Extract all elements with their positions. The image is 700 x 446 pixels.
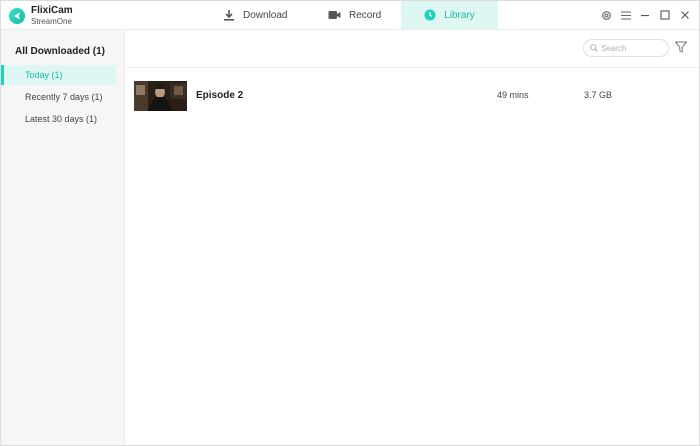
clock-icon xyxy=(424,9,436,21)
tab-download-label: Download xyxy=(243,9,288,21)
app-window: FlixiCam StreamOne Download Record Libra… xyxy=(0,0,700,446)
episode-duration: 49 mins xyxy=(497,90,529,100)
sidebar-item-recently-7-days[interactable]: Recently 7 days (1) xyxy=(1,87,116,107)
tab-record-label: Record xyxy=(349,9,382,21)
toolbar-divider xyxy=(125,67,699,68)
search-icon xyxy=(590,39,598,57)
tab-library[interactable]: Library xyxy=(401,1,498,29)
filter-icon[interactable] xyxy=(674,40,690,56)
sidebar-header-all-downloaded[interactable]: All Downloaded (1) xyxy=(15,46,105,57)
minimize-icon[interactable] xyxy=(639,9,651,21)
title-bar: FlixiCam StreamOne Download Record Libra… xyxy=(1,1,699,30)
sidebar-item-label: Latest 30 days (1) xyxy=(25,114,98,124)
video-camera-icon xyxy=(328,10,341,20)
app-name: FlixiCam xyxy=(31,5,73,16)
app-brand: FlixiCam StreamOne xyxy=(9,5,73,26)
sidebar-item-label: Recently 7 days (1) xyxy=(25,92,103,102)
tab-library-label: Library xyxy=(444,9,475,21)
maximize-icon[interactable] xyxy=(659,9,671,21)
menu-icon[interactable] xyxy=(620,9,632,21)
library-row[interactable]: Episode 2 49 mins 3.7 GB xyxy=(125,78,699,114)
search-input[interactable] xyxy=(601,43,665,53)
app-logo-icon xyxy=(9,8,25,24)
tab-download[interactable]: Download xyxy=(223,1,287,29)
episode-size: 3.7 GB xyxy=(584,90,613,100)
episode-thumbnail[interactable] xyxy=(134,81,187,111)
close-icon[interactable] xyxy=(679,9,691,21)
episode-title: Episode 2 xyxy=(196,90,244,101)
tab-record[interactable]: Record xyxy=(328,1,381,29)
download-icon xyxy=(223,9,235,21)
sidebar-item-today[interactable]: Today (1) xyxy=(1,65,116,85)
settings-icon[interactable] xyxy=(600,9,612,21)
sidebar-item-latest-30-days[interactable]: Latest 30 days (1) xyxy=(1,109,116,129)
search-box[interactable] xyxy=(583,39,669,57)
sidebar-item-label: Today (1) xyxy=(25,70,63,80)
app-subtitle: StreamOne xyxy=(31,17,72,26)
sidebar: All Downloaded (1) Today (1) Recently 7 … xyxy=(1,30,125,445)
